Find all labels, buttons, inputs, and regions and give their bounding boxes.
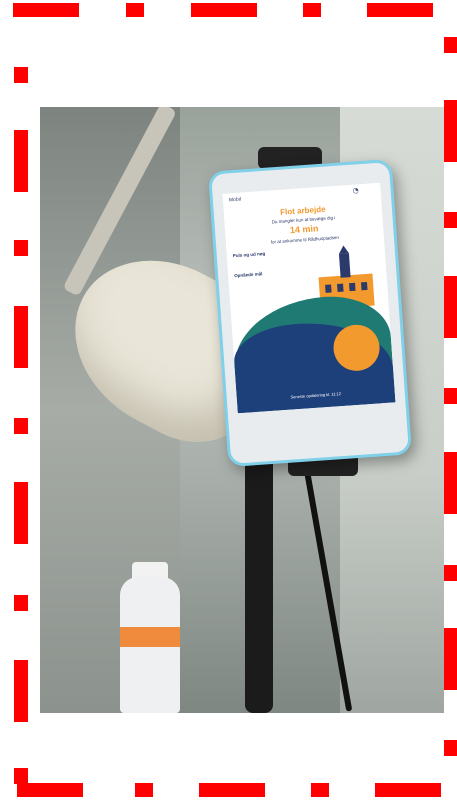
- app-brand: Mobil: [228, 196, 242, 204]
- bottle-label: [120, 627, 180, 647]
- section-goals: Opnåede mål: [234, 271, 263, 279]
- frame-dash-bottom-5: [375, 783, 441, 797]
- frame-dash-left-2: [14, 130, 28, 192]
- frame-dash-left-7: [14, 595, 28, 611]
- frame-dash-top-1: [13, 3, 79, 17]
- frame-dash-left-3: [14, 240, 28, 256]
- frame-dash-right-5: [444, 388, 457, 404]
- frame-dash-top-3: [191, 3, 257, 17]
- frame-dash-right-9: [444, 740, 457, 756]
- frame-dash-top-2: [126, 3, 144, 17]
- frame-dash-top-5: [367, 3, 433, 17]
- frame-dash-left-8: [14, 660, 28, 722]
- frame-dash-right-2: [444, 100, 457, 162]
- frame-dash-left-9: [14, 768, 28, 784]
- frame-dash-left-1: [14, 67, 28, 83]
- frame-dash-right-4: [444, 276, 457, 338]
- phone-screen: Mobil ◔ Flot arbejde Du mangler kun at b…: [222, 182, 396, 414]
- smartphone: Mobil ◔ Flot arbejde Du mangler kun at b…: [207, 158, 413, 468]
- frame-dash-right-8: [444, 628, 457, 690]
- frame-dash-bottom-1: [17, 783, 83, 797]
- frame-dash-right-7: [444, 565, 457, 581]
- app-logo-icon: ◔: [352, 186, 359, 195]
- frame-dash-left-6: [14, 482, 28, 544]
- frame-dash-bottom-4: [311, 783, 329, 797]
- frame-dash-bottom-3: [199, 783, 265, 797]
- frame-dash-top-4: [303, 3, 321, 17]
- frame-dash-left-5: [14, 418, 28, 434]
- frame-dash-left-4: [14, 306, 28, 368]
- frame-dash-right-6: [444, 452, 457, 514]
- photo: Mobil ◔ Flot arbejde Du mangler kun at b…: [40, 107, 444, 713]
- phone-stand: [245, 437, 273, 713]
- frame-dash-bottom-2: [135, 783, 153, 797]
- frame-dash-right-3: [444, 212, 457, 228]
- frame-dash-right-1: [444, 37, 457, 53]
- section-pulse: Puls og ud nøg: [232, 250, 266, 259]
